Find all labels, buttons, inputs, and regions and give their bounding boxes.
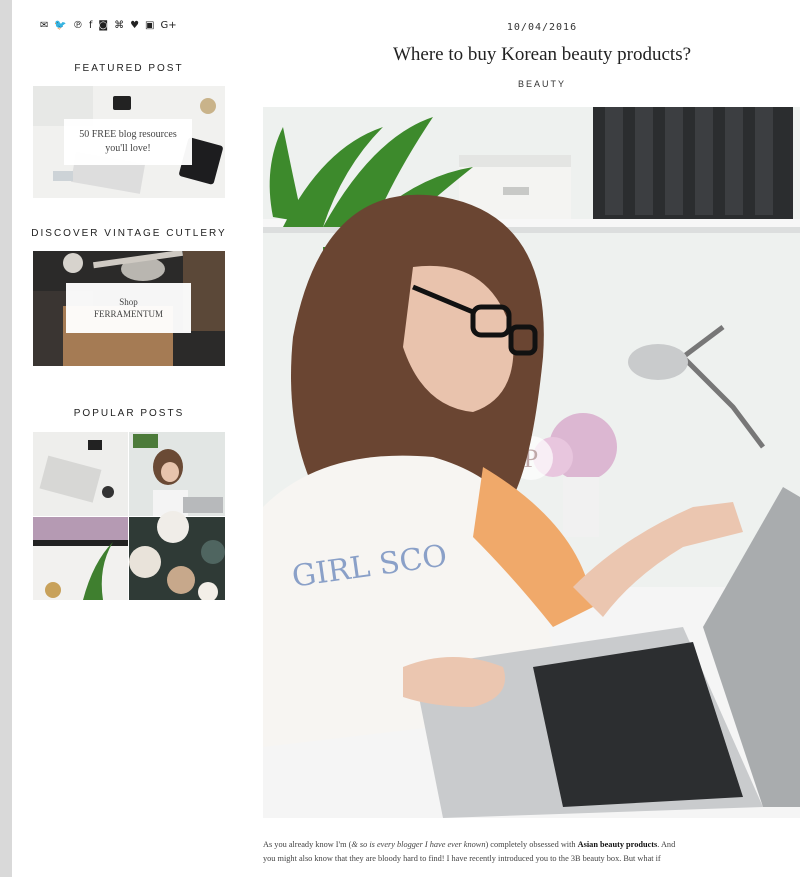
excerpt-italic: & so is every blogger I have ever known bbox=[351, 840, 486, 849]
social-icons: ✉ 🐦 ℗ f ◙ ⌘ ♥ ▣ G+ bbox=[40, 20, 177, 32]
featured-post-card-text: 50 FREE blog resources you'll love! bbox=[79, 129, 177, 154]
pinterest-icon[interactable]: ℗ bbox=[73, 20, 83, 32]
post-category[interactable]: BEAUTY bbox=[272, 79, 808, 89]
featured-post-title: FEATURED POST bbox=[74, 63, 184, 74]
page: ✉ 🐦 ℗ f ◙ ⌘ ♥ ▣ G+ FEATURED POST 50 FREE… bbox=[12, 0, 808, 877]
popular-post-2[interactable] bbox=[129, 432, 225, 516]
excerpt-bold: Asian beauty products bbox=[577, 840, 658, 849]
vintage-card-line2: FERRAMENTUM bbox=[93, 309, 163, 319]
mail-icon[interactable]: ✉ bbox=[40, 20, 48, 32]
post-title[interactable]: Where to buy Korean beauty products? bbox=[272, 44, 808, 66]
popular-posts-grid bbox=[33, 432, 225, 602]
popular-post-1[interactable] bbox=[33, 432, 128, 516]
excerpt-part-3: . And bbox=[657, 840, 676, 849]
popular-post-3[interactable] bbox=[33, 517, 128, 600]
rss-icon[interactable]: ⌘ bbox=[114, 20, 124, 32]
heart-icon[interactable]: ♥ bbox=[130, 20, 139, 32]
hero-photo: P GIRL SCO bbox=[263, 107, 800, 818]
post-hero-image[interactable]: P GIRL SCO bbox=[263, 107, 800, 818]
featured-post-image[interactable]: 50 FREE blog resources you'll love! bbox=[33, 86, 225, 198]
excerpt-line-2: you might also know that they are bloody… bbox=[263, 854, 661, 863]
youtube-icon[interactable]: ▣ bbox=[145, 20, 154, 32]
popular-posts-collage bbox=[33, 432, 225, 602]
vintage-cutlery-title: DISCOVER VINTAGE CUTLERY bbox=[31, 228, 227, 239]
post-excerpt: As you already know I'm (& so is every b… bbox=[263, 838, 803, 866]
twitter-icon[interactable]: 🐦 bbox=[54, 20, 66, 32]
facebook-icon[interactable]: f bbox=[89, 20, 93, 32]
vintage-cutlery-card[interactable]: Shop FERRAMENTUM bbox=[66, 283, 191, 333]
vintage-cutlery-image[interactable]: Shop FERRAMENTUM bbox=[33, 251, 225, 366]
vintage-card-line1: Shop bbox=[119, 297, 138, 307]
popular-posts-title: POPULAR POSTS bbox=[73, 408, 185, 419]
excerpt-part-2: ) completely obsessed with bbox=[485, 840, 578, 849]
google-plus-icon[interactable]: G+ bbox=[161, 20, 177, 32]
excerpt-part-1: As you already know I'm ( bbox=[263, 840, 352, 849]
instagram-icon[interactable]: ◙ bbox=[98, 20, 108, 32]
post-date: 10/04/2016 bbox=[506, 22, 578, 33]
featured-post-card[interactable]: 50 FREE blog resources you'll love! bbox=[64, 119, 192, 165]
popular-post-4[interactable] bbox=[129, 511, 225, 602]
